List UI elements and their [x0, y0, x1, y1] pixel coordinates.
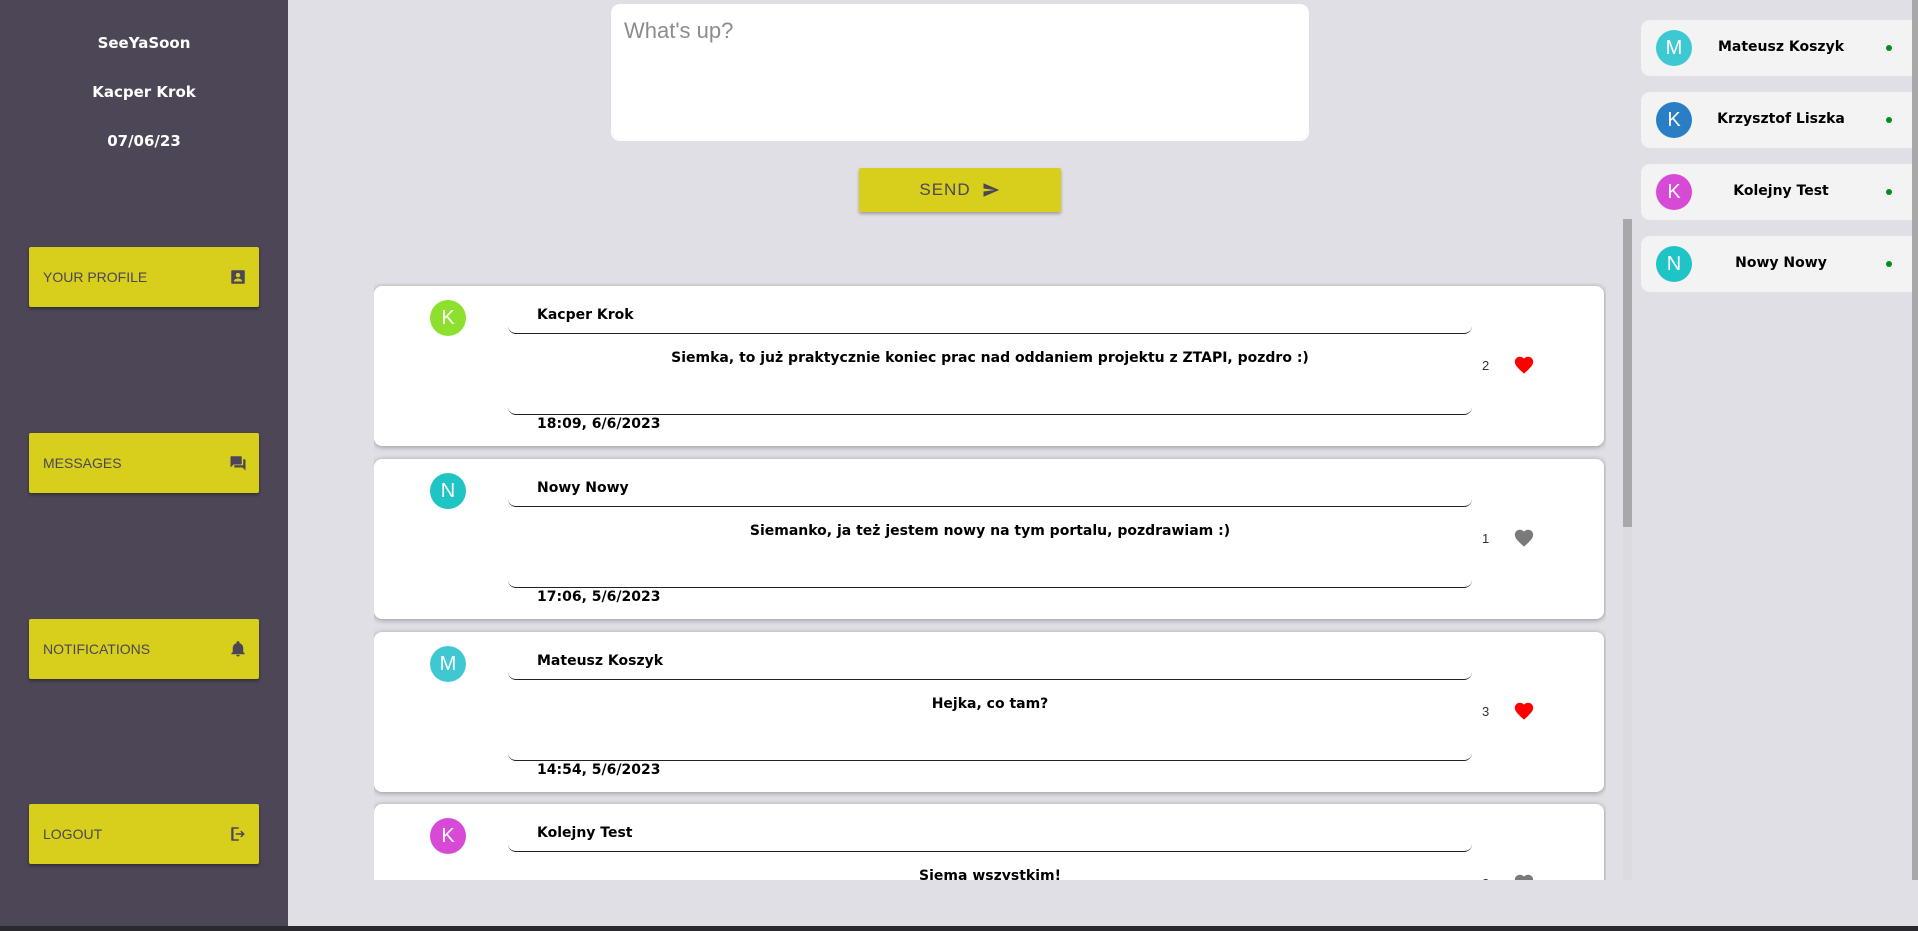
post-message: Siemka, to już praktycznie koniec prac n…	[671, 350, 1309, 366]
online-status-dot	[1886, 45, 1892, 51]
online-user-card[interactable]: K Krzysztof Liszka	[1641, 92, 1917, 148]
like-count: 2	[1482, 876, 1489, 880]
online-status-dot	[1886, 117, 1892, 123]
heart-icon[interactable]	[1513, 700, 1535, 722]
logout-button[interactable]: LOGOUT	[29, 804, 259, 864]
like-count: 2	[1482, 358, 1490, 373]
divider	[508, 326, 1472, 334]
post-message: Hejka, co tam?	[931, 696, 1049, 712]
divider	[508, 844, 1472, 852]
post-author: Kolejny Test	[537, 825, 633, 841]
post-card: N Nowy Nowy Siemanko, ja też jestem nowy…	[374, 459, 1604, 619]
avatar: N	[430, 473, 466, 509]
notifications-button[interactable]: NOTIFICATIONS	[29, 619, 259, 679]
notifications-label: NOTIFICATIONS	[43, 641, 151, 657]
online-user-card[interactable]: N Nowy Nowy	[1641, 236, 1917, 292]
avatar: M	[430, 646, 466, 682]
online-status-dot	[1886, 261, 1892, 267]
avatar: M	[1656, 30, 1692, 66]
post-timestamp: 14:54, 5/6/2023	[537, 762, 661, 778]
online-user-name: Nowy Nowy	[1735, 255, 1827, 271]
online-user-name: Mateusz Koszyk	[1717, 39, 1845, 55]
bell-icon	[231, 641, 245, 657]
divider	[508, 499, 1472, 507]
online-user-name: Krzysztof Liszka	[1717, 111, 1845, 127]
send-label: SEND	[919, 180, 971, 199]
post-author: Kacper Krok	[537, 307, 634, 323]
online-user-card[interactable]: K Kolejny Test	[1641, 164, 1917, 220]
online-user-name: Kolejny Test	[1733, 183, 1829, 199]
messages-label: MESSAGES	[43, 455, 122, 471]
avatar: K	[1656, 102, 1692, 138]
avatar: K	[430, 818, 466, 854]
messages-button[interactable]: MESSAGES	[29, 433, 259, 493]
post-author: Nowy Nowy	[537, 480, 629, 496]
avatar: K	[1656, 174, 1692, 210]
post-message: Siema wszystkim!	[919, 868, 1061, 880]
avatar: N	[1656, 246, 1692, 282]
page-scrollbar[interactable]	[1912, 0, 1918, 880]
bottom-border	[0, 926, 1918, 931]
post-input[interactable]	[611, 4, 1309, 141]
divider	[508, 407, 1472, 415]
like-count: 3	[1482, 704, 1490, 719]
posts-feed[interactable]: K Kacper Krok Siemka, to już praktycznie…	[374, 283, 1606, 880]
divider	[508, 753, 1472, 761]
post-card: K Kolejny Test Siema wszystkim! 2	[374, 804, 1604, 880]
chat-icon	[230, 456, 246, 471]
current-date: 07/06/23	[107, 132, 181, 150]
feed-scrollbar-thumb[interactable]	[1623, 219, 1632, 527]
current-user-name: Kacper Krok	[92, 83, 196, 101]
heart-icon[interactable]	[1513, 354, 1535, 376]
post-message: Siemanko, ja też jestem nowy na tym port…	[749, 523, 1231, 539]
avatar: K	[430, 300, 466, 336]
online-status-dot	[1886, 189, 1892, 195]
post-timestamp: 17:06, 5/6/2023	[537, 589, 661, 605]
like-count: 1	[1482, 531, 1490, 546]
post-card: M Mateusz Koszyk Hejka, co tam? 14:54, 5…	[374, 632, 1604, 792]
heart-icon[interactable]	[1513, 872, 1535, 880]
sidebar: SeeYaSoon Kacper Krok 07/06/23 YOUR PROF…	[0, 0, 288, 926]
app-name: SeeYaSoon	[97, 34, 191, 52]
divider	[508, 580, 1472, 588]
post-timestamp: 18:09, 6/6/2023	[537, 416, 661, 432]
contact-card-icon	[231, 270, 245, 284]
online-user-card[interactable]: M Mateusz Koszyk	[1641, 20, 1917, 76]
your-profile-label: YOUR PROFILE	[43, 269, 148, 285]
post-card: K Kacper Krok Siemka, to już praktycznie…	[374, 286, 1604, 446]
logout-icon	[231, 827, 245, 841]
heart-icon[interactable]	[1513, 527, 1535, 549]
your-profile-button[interactable]: YOUR PROFILE	[29, 247, 259, 307]
send-icon	[983, 183, 999, 197]
send-button[interactable]: SEND	[859, 168, 1061, 212]
divider	[508, 672, 1472, 680]
post-author: Mateusz Koszyk	[537, 653, 664, 669]
logout-label: LOGOUT	[43, 826, 103, 842]
